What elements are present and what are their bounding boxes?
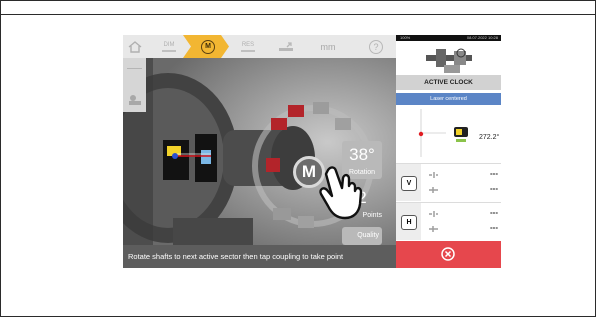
- vertical-badge: V: [396, 164, 421, 201]
- horizontal-offset-value: ---: [490, 208, 498, 217]
- top-divider: [0, 14, 596, 15]
- horizontal-badge-letter: H: [406, 219, 412, 226]
- res-icon: [241, 49, 255, 52]
- instruction-text: Rotate shafts to next active sector then…: [128, 252, 344, 261]
- horizontal-angularity-value: ---: [490, 223, 498, 232]
- machine-thumbnail[interactable]: [396, 41, 501, 75]
- machine-setup-icon: [128, 95, 141, 105]
- horizontal-badge: H: [396, 203, 421, 240]
- move-button[interactable]: [271, 35, 301, 58]
- vertical-badge-icon: V: [401, 176, 417, 191]
- instruction-bar: Rotate shafts to next active sector then…: [123, 245, 396, 268]
- dim-icon: [162, 49, 176, 52]
- machine-thumbnail-icon: [426, 48, 472, 73]
- units-label: mm: [320, 41, 336, 52]
- sector-active: [271, 118, 287, 130]
- angularity-icon: [429, 187, 438, 193]
- device-screen: DIM M RES mm ? M 38° Rotation 2 Points Q…: [123, 35, 501, 268]
- rotation-value: 38°: [349, 145, 375, 164]
- vertical-angularity-value: ---: [490, 184, 498, 193]
- help-icon-glyph: ?: [373, 41, 379, 52]
- cancel-measurement-button[interactable]: [396, 241, 501, 268]
- side-toolbar: [123, 58, 146, 112]
- quality-caption: Quality: [357, 232, 379, 239]
- machine-setup-button[interactable]: [123, 88, 146, 112]
- coupling-measure-letter: M: [301, 162, 317, 181]
- horizontal-badge-icon: H: [401, 215, 417, 230]
- angularity-icon: [429, 226, 438, 232]
- close-circle-icon: [441, 247, 455, 261]
- help-icon: ?: [369, 39, 383, 54]
- sector-active: [288, 105, 304, 117]
- help-button[interactable]: ?: [363, 35, 389, 58]
- move-icon: [279, 41, 293, 51]
- machine-scene: M 38° Rotation 2 Points Quality: [123, 58, 396, 245]
- offset-icon: [429, 172, 438, 178]
- dim-label: DIM: [163, 41, 175, 48]
- vertical-badge-letter: V: [406, 180, 412, 187]
- measure-icon-letter: M: [205, 43, 211, 50]
- quality-card: Quality: [342, 227, 382, 245]
- res-button[interactable]: RES: [231, 35, 265, 58]
- measure-icon: M: [201, 39, 215, 54]
- laser-target: 272.2°: [396, 105, 501, 161]
- tap-hand-icon: [319, 166, 363, 220]
- home-button[interactable]: [123, 35, 146, 58]
- sector-active: [266, 158, 280, 172]
- target-crosshair: [418, 109, 468, 157]
- res-label: RES: [241, 41, 255, 48]
- right-panel: 100% 08.07.2022 10:28 ACTIVE CLOCK Laser…: [396, 35, 501, 268]
- offset-icon: [429, 211, 438, 217]
- horizontal-result-row[interactable]: H --- ---: [396, 202, 501, 240]
- panel-title: ACTIVE CLOCK: [396, 75, 501, 90]
- vertical-result-row[interactable]: V --- ---: [396, 163, 501, 201]
- home-icon: [128, 40, 141, 53]
- measure-button[interactable]: M: [193, 35, 223, 58]
- units-display[interactable]: mm: [313, 35, 343, 58]
- sensor-angle-value: 272.2°: [479, 134, 500, 141]
- laser-status: Laser centered: [396, 93, 501, 105]
- toolbar: DIM M RES mm ?: [123, 35, 396, 58]
- vertical-offset-value: ---: [490, 169, 498, 178]
